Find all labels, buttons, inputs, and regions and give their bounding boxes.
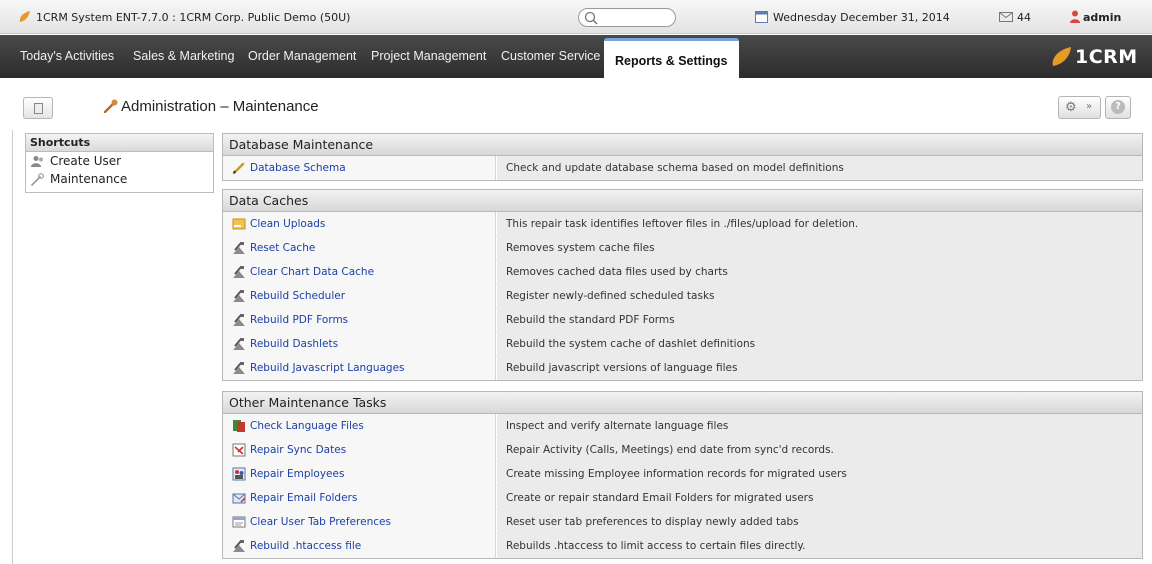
clean-uploads-link[interactable]: Clean Uploads xyxy=(250,212,325,236)
row-description: Removes cached data files used by charts xyxy=(497,260,1142,284)
clear-user-tab-preferences-link[interactable]: Clear User Tab Preferences xyxy=(250,510,391,534)
user-menu[interactable]: admin xyxy=(1083,11,1121,24)
user-icon xyxy=(1070,10,1080,23)
help-button[interactable]: ? xyxy=(1105,96,1131,119)
rebuild-javascript-languages-link[interactable]: Rebuild Javascript Languages xyxy=(250,356,405,380)
repair-icon xyxy=(233,362,245,374)
page-title: Administration – Maintenance xyxy=(121,98,319,115)
divider xyxy=(12,130,13,564)
repair-sync-dates-link[interactable]: Repair Sync Dates xyxy=(250,438,346,462)
settings-button[interactable]: ⚙ » xyxy=(1058,96,1101,119)
shortcut-maintenance[interactable]: Maintenance xyxy=(26,170,213,188)
row-description: Removes system cache files xyxy=(497,236,1142,260)
calendar-icon[interactable] xyxy=(755,11,768,23)
wrench-icon xyxy=(103,99,118,113)
table-row: Database Schema Check and update databas… xyxy=(223,156,1142,180)
repair-employees-link[interactable]: Repair Employees xyxy=(250,462,344,486)
chevron-down-icon: » xyxy=(1086,101,1093,112)
help-icon: ? xyxy=(1111,100,1125,114)
table-row: Check Language Files Inspect and verify … xyxy=(223,414,1142,438)
table-row: Clear User Tab Preferences Reset user ta… xyxy=(223,510,1142,534)
1crm-brand-icon xyxy=(1052,47,1071,66)
section-title: Other Maintenance Tasks xyxy=(223,392,1142,414)
section-title: Database Maintenance xyxy=(223,134,1142,156)
row-description: Rebuild javascript versions of language … xyxy=(497,356,1142,380)
table-row: Repair Email Folders Create or repair st… xyxy=(223,486,1142,510)
main-navigation: Today's Activities Sales & Marketing Ord… xyxy=(0,35,1152,78)
search-icon xyxy=(584,11,598,25)
tab-sales-marketing[interactable]: Sales & Marketing xyxy=(133,35,234,78)
table-row: Clear Chart Data Cache Removes cached da… xyxy=(223,260,1142,284)
row-description: Inspect and verify alternate language fi… xyxy=(497,414,1142,438)
repair-icon xyxy=(233,314,245,326)
row-description: Create missing Employee information reco… xyxy=(497,462,1142,486)
folder-icon xyxy=(232,218,246,230)
table-row: Rebuild Javascript Languages Rebuild jav… xyxy=(223,356,1142,380)
shortcuts-heading: Shortcuts xyxy=(26,134,213,152)
mail-count[interactable]: 44 xyxy=(1017,11,1031,24)
section-other-maintenance-tasks: Other Maintenance Tasks Check Language F… xyxy=(222,391,1143,559)
row-description: Create or repair standard Email Folders … xyxy=(497,486,1142,510)
check-language-files-link[interactable]: Check Language Files xyxy=(250,414,364,438)
repair-icon xyxy=(233,290,245,302)
pencil-icon xyxy=(232,162,245,175)
gear-icon: ⚙ xyxy=(1065,100,1077,115)
language-icon xyxy=(233,420,245,432)
mail-icon[interactable] xyxy=(999,12,1013,22)
sync-icon xyxy=(232,443,246,457)
row-description: This repair task identifies leftover fil… xyxy=(497,212,1142,236)
section-title: Data Caches xyxy=(223,190,1142,212)
table-row: Clean Uploads This repair task identifie… xyxy=(223,212,1142,236)
tab-order-management[interactable]: Order Management xyxy=(248,35,356,78)
row-description: Rebuild the standard PDF Forms xyxy=(497,308,1142,332)
brand-logo[interactable]: 1CRM xyxy=(1075,46,1138,68)
row-description: Register newly-defined scheduled tasks xyxy=(497,284,1142,308)
rebuild-pdf-forms-link[interactable]: Rebuild PDF Forms xyxy=(250,308,348,332)
table-row: Reset Cache Removes system cache files xyxy=(223,236,1142,260)
repair-icon xyxy=(233,242,245,254)
clear-chart-data-cache-link[interactable]: Clear Chart Data Cache xyxy=(250,260,374,284)
row-description: Check and update database schema based o… xyxy=(497,156,1142,180)
repair-icon xyxy=(233,266,245,278)
rebuild-htaccess-link[interactable]: Rebuild .htaccess file xyxy=(250,534,361,558)
tab-reports-settings[interactable]: Reports & Settings xyxy=(604,38,739,78)
repair-icon xyxy=(233,540,245,552)
tab-prefs-icon xyxy=(232,516,246,528)
system-title: 1CRM System ENT-7.7.0 : 1CRM Corp. Publi… xyxy=(36,11,351,24)
shortcuts-panel: Shortcuts Create User Maintenance xyxy=(25,133,214,193)
table-row: Rebuild Scheduler Register newly-defined… xyxy=(223,284,1142,308)
table-row: Rebuild Dashlets Rebuild the system cach… xyxy=(223,332,1142,356)
shortcut-label: Maintenance xyxy=(50,172,128,186)
global-search-input[interactable] xyxy=(578,8,676,27)
employees-icon xyxy=(232,467,246,481)
repair-email-folders-link[interactable]: Repair Email Folders xyxy=(250,486,357,510)
shortcut-create-user[interactable]: Create User xyxy=(26,152,213,170)
table-row: Repair Sync Dates Repair Activity (Calls… xyxy=(223,438,1142,462)
rebuild-dashlets-link[interactable]: Rebuild Dashlets xyxy=(250,332,338,356)
tab-project-management[interactable]: Project Management xyxy=(371,35,486,78)
table-row: Rebuild PDF Forms Rebuild the standard P… xyxy=(223,308,1142,332)
1crm-logo-icon xyxy=(19,11,30,22)
wrench-icon xyxy=(31,173,44,186)
row-description: Rebuild the system cache of dashlet defi… xyxy=(497,332,1142,356)
reset-cache-link[interactable]: Reset Cache xyxy=(250,236,315,260)
toggle-sidebar-button[interactable] xyxy=(23,97,53,119)
section-database-maintenance: Database Maintenance Database Schema Che… xyxy=(222,133,1143,181)
section-data-caches: Data Caches Clean Uploads This repair ta… xyxy=(222,189,1143,381)
row-description: Repair Activity (Calls, Meetings) end da… xyxy=(497,438,1142,462)
current-date[interactable]: Wednesday December 31, 2014 xyxy=(773,11,950,24)
table-row: Repair Employees Create missing Employee… xyxy=(223,462,1142,486)
tab-todays-activities[interactable]: Today's Activities xyxy=(20,35,114,78)
rebuild-scheduler-link[interactable]: Rebuild Scheduler xyxy=(250,284,345,308)
tab-customer-service[interactable]: Customer Service xyxy=(501,35,600,78)
top-bar: 1CRM System ENT-7.7.0 : 1CRM Corp. Publi… xyxy=(0,0,1152,34)
row-description: Reset user tab preferences to display ne… xyxy=(497,510,1142,534)
repair-icon xyxy=(233,338,245,350)
shortcut-label: Create User xyxy=(50,154,122,168)
users-icon xyxy=(31,156,43,167)
email-folder-icon xyxy=(232,493,246,504)
row-description: Rebuilds .htaccess to limit access to ce… xyxy=(497,534,1142,558)
database-schema-link[interactable]: Database Schema xyxy=(250,156,346,180)
table-row: Rebuild .htaccess file Rebuilds .htacces… xyxy=(223,534,1142,558)
